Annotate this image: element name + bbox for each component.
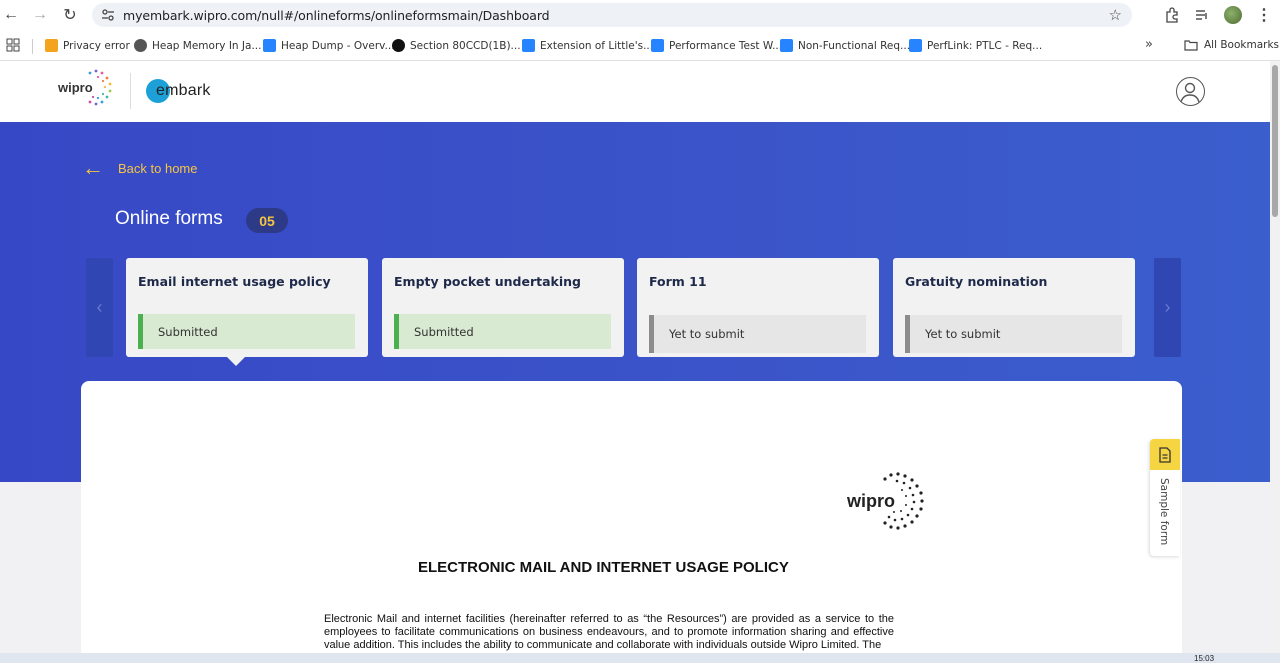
url-text: myembark.wipro.com/null#/onlineforms/onl… — [123, 7, 550, 23]
bookmark-star-icon[interactable]: ☆ — [1109, 6, 1122, 24]
bookmark-item[interactable]: Performance Test W... — [651, 39, 782, 52]
bookmark-item[interactable]: Extension of Little's... — [522, 39, 653, 52]
page-scrollbar[interactable] — [1270, 61, 1280, 663]
chevron-left-icon: ‹ — [96, 297, 103, 317]
site-icon — [392, 39, 405, 52]
more-bookmarks-icon[interactable]: » — [1145, 37, 1153, 52]
embark-logo-text: embark — [156, 82, 211, 99]
carousel-next-button[interactable]: › — [1154, 258, 1181, 357]
form-card-title: Form 11 — [649, 274, 707, 289]
form-card-title: Empty pocket undertaking — [394, 274, 581, 289]
selected-card-pointer — [227, 357, 245, 366]
document-body-text: Electronic Mail and internet facilities … — [324, 613, 894, 652]
more-menu-icon[interactable]: ⋮ — [1256, 5, 1272, 25]
confluence-icon — [522, 39, 535, 52]
back-arrow-icon: ← — [82, 155, 104, 180]
sample-form-tab[interactable]: Sample form — [1150, 439, 1180, 556]
site-settings-icon[interactable] — [101, 8, 115, 22]
back-to-home-label: Back to home — [118, 160, 198, 176]
form-card-email-internet-usage-policy[interactable]: Email internet usage policy Submitted — [126, 258, 368, 357]
form-status-badge: Yet to submit — [905, 315, 1122, 353]
form-card-title: Gratuity nomination — [905, 274, 1048, 289]
document-heading: ELECTRONIC MAIL AND INTERNET USAGE POLIC… — [418, 559, 789, 576]
form-status-badge: Yet to submit — [649, 315, 866, 353]
user-profile-icon[interactable] — [1176, 77, 1205, 106]
document-icon — [1150, 439, 1180, 470]
os-taskbar — [0, 653, 1280, 663]
apps-grid-icon[interactable] — [6, 38, 20, 52]
taskbar-clock: 15:03 — [1194, 654, 1215, 663]
all-bookmarks-button[interactable]: All Bookmarks — [1184, 39, 1279, 51]
confluence-icon — [651, 39, 664, 52]
warning-page-icon — [45, 39, 58, 52]
bookmark-separator — [32, 39, 33, 54]
media-controls-icon[interactable] — [1194, 7, 1210, 23]
form-status-badge: Submitted — [394, 314, 611, 349]
globe-icon — [134, 39, 147, 52]
svg-text:wipro: wipro — [57, 80, 93, 95]
bookmark-item[interactable]: Non-Functional Req... — [780, 39, 910, 52]
forms-count-badge: 05 — [246, 208, 288, 233]
form-card-gratuity-nomination[interactable]: Gratuity nomination Yet to submit — [893, 258, 1135, 357]
extensions-icon[interactable] — [1164, 7, 1180, 23]
bookmark-item[interactable]: Heap Memory In Ja... — [134, 39, 261, 52]
address-bar[interactable]: myembark.wipro.com/null#/onlineforms/onl… — [92, 3, 1132, 27]
app-header: wipro embark — [0, 61, 1280, 122]
bookmark-item[interactable]: Section 80CCD(1B)... — [392, 39, 521, 52]
scrollbar-thumb[interactable] — [1272, 65, 1278, 217]
bookmark-item[interactable]: Privacy error — [45, 39, 130, 52]
document-wipro-logo: wipro — [847, 472, 924, 530]
browser-toolbar: ← → ↻ myembark.wipro.com/null#/onlinefor… — [0, 0, 1280, 31]
confluence-icon — [263, 39, 276, 52]
forward-nav-icon[interactable]: → — [25, 0, 55, 30]
form-status-badge: Submitted — [138, 314, 355, 349]
form-card-title: Email internet usage policy — [138, 274, 331, 289]
svg-text:wipro: wipro — [847, 491, 895, 511]
bookmarks-bar: Privacy error Heap Memory In Ja... Heap … — [0, 31, 1280, 61]
chevron-right-icon: › — [1164, 297, 1171, 317]
bookmark-item[interactable]: PerfLink: PTLC - Req... — [909, 39, 1042, 52]
browser-actions: ⋮ — [1164, 0, 1272, 30]
carousel-prev-button[interactable]: ‹ — [86, 258, 113, 357]
confluence-icon — [909, 39, 922, 52]
form-card-form-11[interactable]: Form 11 Yet to submit — [637, 258, 879, 357]
embark-logo[interactable]: embark — [146, 79, 211, 103]
header-divider — [130, 73, 131, 109]
reload-icon[interactable]: ↻ — [55, 0, 85, 30]
back-to-home-link[interactable]: ← Back to home — [82, 155, 198, 180]
confluence-icon — [780, 39, 793, 52]
form-card-empty-pocket-undertaking[interactable]: Empty pocket undertaking Submitted — [382, 258, 624, 357]
folder-icon — [1184, 40, 1198, 51]
back-nav-icon[interactable]: ← — [0, 0, 26, 30]
wipro-logo[interactable]: wipro — [57, 66, 117, 110]
online-forms-title: Online forms — [115, 208, 223, 229]
sample-form-label: Sample form — [1158, 478, 1170, 546]
profile-avatar[interactable] — [1224, 6, 1242, 24]
bookmark-item[interactable]: Heap Dump - Overv... — [263, 39, 395, 52]
